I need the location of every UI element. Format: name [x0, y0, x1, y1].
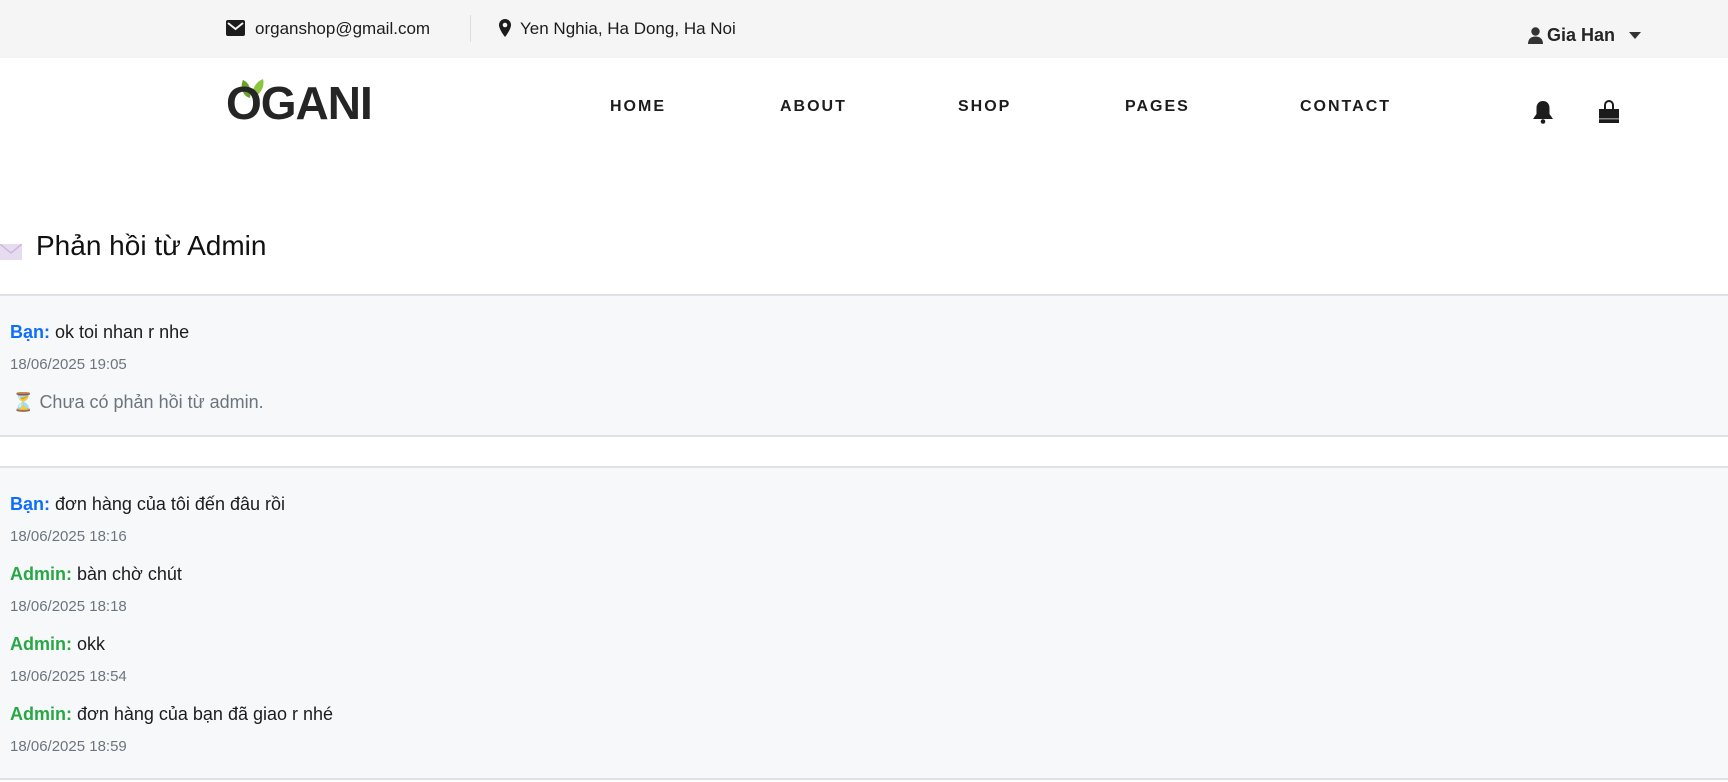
- nav-pages[interactable]: PAGES: [1125, 98, 1190, 116]
- message-text: ok toi nhan r nhe: [55, 322, 190, 342]
- message: Bạn: đơn hàng của tôi đến đâu rồi: [10, 494, 285, 515]
- pending-text: Chưa có phản hồi từ admin.: [39, 392, 264, 412]
- nav-contact[interactable]: CONTACT: [1300, 98, 1391, 116]
- nav-about[interactable]: ABOUT: [780, 98, 847, 116]
- logo-text: OGANI: [226, 77, 373, 129]
- page-title: Phản hồi từ Admin: [36, 230, 267, 261]
- message-text: đơn hàng của tôi đến đâu rồi: [55, 494, 285, 514]
- sender-label: Admin:: [10, 704, 72, 724]
- top-bar: organshop@gmail.com Yen Nghia, Ha Dong, …: [0, 0, 1728, 58]
- sender-label: Admin:: [10, 634, 72, 654]
- pending-status: ⏳ Chưa có phản hồi từ admin.: [12, 392, 264, 413]
- nav-home[interactable]: HOME: [610, 98, 666, 116]
- sender-label: Bạn:: [10, 494, 50, 514]
- message-text: đơn hàng của bạn đã giao r nhé: [77, 704, 334, 724]
- message-text: bàn chờ chút: [77, 564, 182, 584]
- caret-down-icon: [1629, 32, 1642, 39]
- message: Bạn: ok toi nhan r nhe: [10, 322, 189, 343]
- feedback-thread: Bạn: đơn hàng của tôi đến đâu rồi 18/06/…: [0, 466, 1728, 780]
- message-date: 18/06/2025 19:05: [10, 356, 127, 373]
- divider: [470, 15, 471, 42]
- sender-label: Bạn:: [10, 322, 50, 342]
- contact-address: Yen Nghia, Ha Dong, Ha Noi: [520, 19, 736, 38]
- message: Admin: đơn hàng của bạn đã giao r nhé: [10, 704, 333, 725]
- user-menu[interactable]: Gia Han: [1528, 25, 1642, 46]
- message-date: 18/06/2025 18:59: [10, 738, 127, 755]
- contact-email[interactable]: organshop@gmail.com: [255, 19, 430, 39]
- nav-shop[interactable]: SHOP: [958, 98, 1011, 116]
- message-text: okk: [77, 634, 106, 654]
- message-date: 18/06/2025 18:16: [10, 528, 127, 545]
- bell-icon[interactable]: [1532, 100, 1554, 124]
- message-date: 18/06/2025 18:54: [10, 668, 127, 685]
- feedback-thread: Bạn: ok toi nhan r nhe 18/06/2025 19:05 …: [0, 294, 1728, 437]
- envelope-icon: [0, 244, 22, 260]
- envelope-icon: [226, 20, 245, 36]
- message: Admin: okk: [10, 634, 105, 655]
- map-pin-icon: [499, 19, 511, 37]
- message-date: 18/06/2025 18:18: [10, 598, 127, 615]
- user-name: Gia Han: [1547, 25, 1616, 45]
- sender-label: Admin:: [10, 564, 72, 584]
- message: Admin: bàn chờ chút: [10, 564, 182, 585]
- hourglass-icon: ⏳: [12, 392, 35, 412]
- user-icon: [1528, 27, 1543, 44]
- shopping-bag-icon[interactable]: [1597, 100, 1621, 124]
